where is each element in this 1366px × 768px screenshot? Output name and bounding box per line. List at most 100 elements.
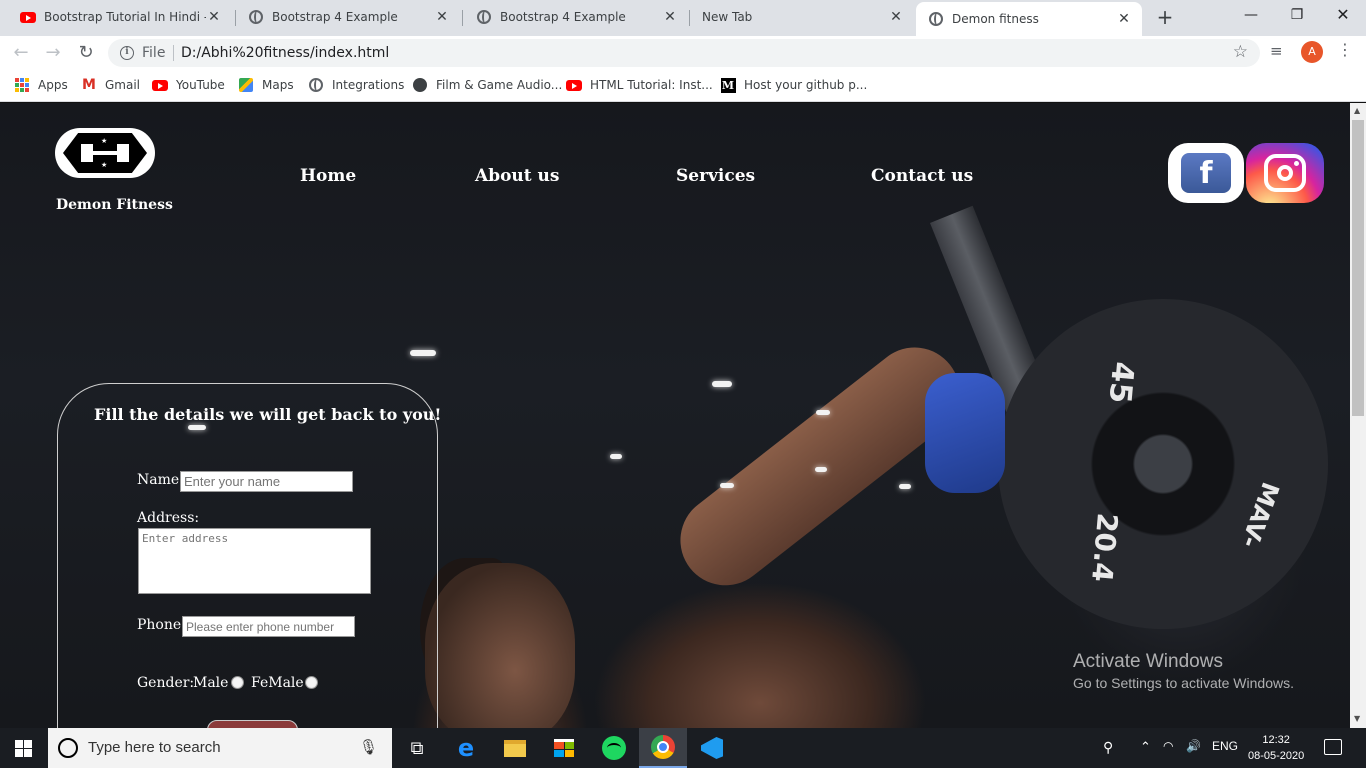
- close-window-button[interactable]: ✕: [1320, 0, 1366, 32]
- volume-icon[interactable]: 🔊: [1186, 739, 1201, 753]
- address-bar[interactable]: i File D:/Abhi%20fitness/index.html ☆: [108, 39, 1260, 67]
- info-icon[interactable]: i: [120, 46, 134, 60]
- browser-tab-4[interactable]: New Tab ✕: [682, 0, 914, 34]
- bookmark-gmail[interactable]: M Gmail: [81, 76, 140, 94]
- spotify-icon: [602, 736, 626, 760]
- new-tab-button[interactable]: +: [1153, 6, 1177, 30]
- bookmark-label: YouTube: [176, 78, 225, 92]
- more-menu-icon[interactable]: ⋮: [1337, 40, 1353, 59]
- name-label: Name:: [137, 472, 184, 488]
- bookmark-label: Film & Game Audio...: [436, 78, 563, 92]
- bookmark-star-icon[interactable]: ☆: [1233, 42, 1248, 62]
- gender-male-radio[interactable]: [231, 676, 244, 689]
- phone-input[interactable]: [182, 616, 355, 637]
- address-textarea[interactable]: [138, 528, 371, 594]
- scroll-down-arrow-icon[interactable]: ▼: [1354, 714, 1360, 723]
- nav-home[interactable]: Home: [300, 166, 356, 186]
- gender-label: Gender:: [137, 675, 195, 691]
- clock-time: 12:32: [1262, 734, 1290, 746]
- audio-icon: [412, 77, 428, 93]
- tab-title: Bootstrap 4 Example: [500, 10, 626, 24]
- facebook-icon: f: [1181, 153, 1231, 193]
- media-control-icon[interactable]: ≡: [1270, 42, 1283, 60]
- nav-about-us[interactable]: About us: [475, 166, 559, 186]
- globe-icon: [476, 9, 492, 25]
- close-tab-icon[interactable]: ✕: [434, 9, 450, 25]
- task-view-button[interactable]: ⧉: [393, 728, 441, 768]
- edge-icon: e: [457, 734, 475, 762]
- bookmark-html-tutorial[interactable]: HTML Tutorial: Inst...: [566, 76, 713, 94]
- edge-app[interactable]: e: [442, 728, 490, 768]
- bookmark-integrations[interactable]: Integrations: [308, 76, 404, 94]
- instagram-link[interactable]: [1246, 143, 1324, 203]
- gender-option-female-label: FeMale: [251, 675, 304, 691]
- spotify-app[interactable]: [590, 728, 638, 768]
- bookmark-apps[interactable]: Apps: [14, 76, 68, 94]
- store-icon: [554, 739, 574, 757]
- minimize-button[interactable]: —: [1228, 0, 1274, 32]
- store-app[interactable]: [540, 728, 588, 768]
- vscode-app[interactable]: [688, 728, 736, 768]
- bookmark-host-github[interactable]: M Host your github p...: [720, 76, 867, 94]
- close-tab-icon[interactable]: ✕: [662, 9, 678, 25]
- browser-tab-active[interactable]: Demon fitness ✕: [916, 2, 1142, 36]
- file-explorer-icon: [504, 739, 526, 757]
- youtube-icon: [152, 77, 168, 93]
- bookmark-maps[interactable]: Maps: [238, 76, 294, 94]
- file-explorer-app[interactable]: [491, 728, 539, 768]
- tab-title: Demon fitness: [952, 12, 1039, 26]
- close-tab-icon[interactable]: ✕: [888, 9, 904, 25]
- forward-button[interactable]: →: [41, 41, 65, 65]
- close-tab-icon[interactable]: ✕: [1116, 11, 1132, 27]
- bookmark-film-audio[interactable]: Film & Game Audio...: [412, 76, 562, 94]
- windows-start-icon[interactable]: [15, 740, 32, 757]
- tab-title: Bootstrap 4 Example: [272, 10, 398, 24]
- submit-button[interactable]: [207, 720, 298, 728]
- people-icon[interactable]: ⚲: [1103, 739, 1113, 756]
- name-input[interactable]: [180, 471, 353, 492]
- browser-tab-3[interactable]: Bootstrap 4 Example ✕: [456, 0, 688, 34]
- vscode-icon: [701, 737, 723, 759]
- network-icon[interactable]: ◠: [1163, 739, 1173, 753]
- restore-button[interactable]: ❐: [1274, 0, 1320, 32]
- system-clock[interactable]: 12:32 08-05-2020: [1248, 732, 1304, 764]
- medium-icon: M: [720, 77, 736, 93]
- notification-icon[interactable]: [1324, 739, 1342, 755]
- taskbar-search[interactable]: Type here to search 🎙: [48, 728, 392, 768]
- reload-button[interactable]: ↻: [74, 41, 98, 65]
- apps-grid-icon: [14, 77, 30, 93]
- bookmark-youtube[interactable]: YouTube: [152, 76, 225, 94]
- close-tab-icon[interactable]: ✕: [206, 9, 222, 25]
- bookmark-label: Integrations: [332, 78, 405, 92]
- facebook-link[interactable]: f: [1168, 143, 1244, 203]
- maps-icon: [238, 77, 254, 93]
- site-logo[interactable]: ★ ★: [55, 128, 155, 178]
- back-button[interactable]: ←: [9, 41, 33, 65]
- task-view-icon: ⧉: [410, 737, 424, 759]
- bookmark-label: Gmail: [105, 78, 141, 92]
- tray-chevron-up-icon[interactable]: ⌃: [1140, 739, 1151, 755]
- tab-title: Bootstrap Tutorial In Hindi - Yo: [44, 10, 206, 24]
- youtube-icon: [566, 77, 582, 93]
- gender-female-radio[interactable]: [305, 676, 318, 689]
- url-text[interactable]: D:/Abhi%20fitness/index.html: [181, 45, 389, 61]
- activate-windows-watermark: Activate Windows Go to Settings to activ…: [1073, 651, 1294, 691]
- scheme-label: File: [142, 45, 166, 61]
- athlete-face: [425, 563, 575, 728]
- nav-contact-us[interactable]: Contact us: [871, 166, 973, 186]
- scrollbar-thumb[interactable]: [1352, 120, 1364, 416]
- scroll-up-arrow-icon[interactable]: ▲: [1354, 106, 1360, 115]
- browser-tab-2[interactable]: Bootstrap 4 Example ✕: [228, 0, 460, 34]
- globe-icon: [928, 11, 944, 27]
- microphone-icon[interactable]: 🎙: [359, 738, 378, 756]
- browser-tab-1[interactable]: Bootstrap Tutorial In Hindi - Yo ✕: [0, 0, 232, 34]
- chrome-app[interactable]: [639, 728, 687, 768]
- chrome-icon: [651, 735, 675, 759]
- nav-services[interactable]: Services: [676, 166, 755, 186]
- profile-avatar[interactable]: A: [1301, 41, 1323, 63]
- language-indicator[interactable]: ENG: [1212, 739, 1238, 753]
- clock-date: 08-05-2020: [1248, 750, 1305, 762]
- bookmark-label: Host your github p...: [744, 78, 868, 92]
- bookmark-label: HTML Tutorial: Inst...: [590, 78, 713, 92]
- gender-option-male-label: Male: [193, 675, 229, 691]
